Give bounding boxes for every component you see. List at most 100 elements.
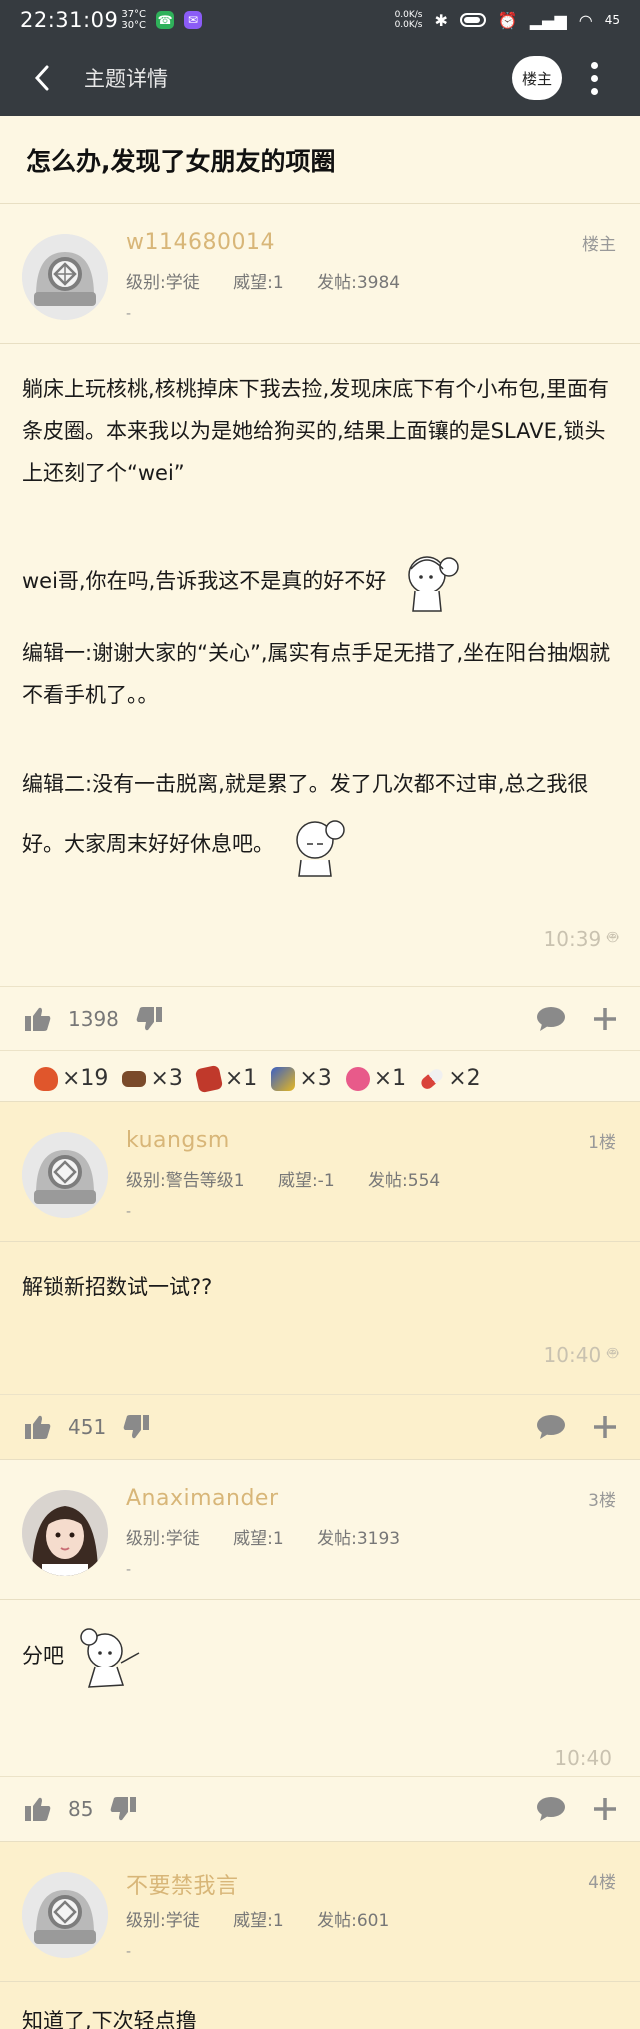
more-menu-icon[interactable] (580, 54, 608, 102)
net-up: 0.0K/s (394, 10, 423, 20)
diving-helmet-avatar-icon (22, 1132, 108, 1218)
app-root: 22:31:09 37°C 30°C ☎ ✉ 0.0K/s 0.0K/s ✱ ⏰… (0, 0, 640, 2029)
floor-label: 4楼 (588, 1873, 616, 1893)
gift-item[interactable]: ×3 (271, 1066, 332, 1091)
thumbs-up-icon[interactable] (24, 1006, 52, 1032)
back-button[interactable] (0, 40, 84, 116)
anime-girl-sticker-icon (408, 556, 459, 612)
post-paragraph: 躺床上玩核桃,核桃掉床下我去捡,发现床底下有个小布包,里面有条皮圈。本来我以为是… (22, 377, 610, 485)
avatar[interactable] (22, 234, 108, 320)
top-app-bar: 主题详情 楼主 (0, 40, 640, 116)
gift-count: ×3 (150, 1066, 183, 1091)
vibrate-icon (459, 13, 486, 27)
user-signature: - (126, 1204, 132, 1220)
heart-gift-icon (345, 1066, 370, 1091)
plus-icon[interactable] (592, 1796, 618, 1822)
op-only-button[interactable]: 楼主 (512, 56, 562, 100)
post-actions: 1398 (0, 986, 640, 1050)
comment-icon[interactable] (536, 1414, 566, 1440)
gift-item[interactable]: ×1 (345, 1066, 407, 1091)
username[interactable]: 不要禁我言 (126, 1868, 239, 1900)
post-content: 躺床上玩核桃,核桃掉床下我去捡,发现床底下有个小布包,里面有条皮圈。本来我以为是… (0, 344, 640, 880)
plus-icon[interactable] (592, 1414, 618, 1440)
user-meta: 级别:学徒 威望:1 发帖:3984 (126, 268, 426, 293)
post-paragraph: 知道了,下次轻点撸 (22, 2009, 197, 2029)
temp-low: 30°C (121, 20, 147, 31)
user-level: 级别:学徒 (126, 1529, 200, 1549)
plus-icon[interactable] (592, 1006, 618, 1032)
floor-label: 楼主 (582, 235, 616, 255)
alarm-icon: ⏰ (497, 10, 518, 30)
gift-item[interactable]: ×3 (122, 1066, 183, 1091)
thumbs-up-icon[interactable] (24, 1796, 52, 1822)
username[interactable]: kuangsm (126, 1128, 230, 1153)
battery-level: 45 (604, 13, 620, 27)
user-post-count: 发帖:3984 (317, 273, 401, 293)
thumbs-down-icon[interactable] (122, 1414, 150, 1440)
dna-gift-icon (271, 1066, 296, 1091)
post-content: 解锁新招数试一试?? (0, 1242, 640, 1308)
avatar[interactable] (22, 1872, 108, 1958)
post-op: w114680014 楼主 级别:学徒 威望:1 发帖:3984 - 躺床上玩核… (0, 204, 640, 1102)
avatar[interactable] (22, 1490, 108, 1576)
post-floor-3: Anaximander 3楼 级别:学徒 威望:1 发帖:3193 - 分吧 1… (0, 1460, 640, 1842)
chevron-left-icon (34, 65, 49, 91)
user-post-count: 发帖:554 (368, 1171, 441, 1191)
gift-count: ×19 (62, 1066, 109, 1091)
user-level: 级别:警告等级1 (126, 1171, 245, 1191)
pill-gift-icon (419, 1066, 446, 1091)
comment-icon[interactable] (536, 1006, 566, 1032)
status-right: 0.0K/s 0.0K/s ✱ ⏰ ▂▄▆ ◠ 45 (395, 10, 620, 30)
post-floor-1: kuangsm 1楼 级别:警告等级1 威望:-1 发帖:554 - 解锁新招数… (0, 1102, 640, 1460)
diving-helmet-avatar-icon (22, 234, 108, 320)
post-header: kuangsm 1楼 级别:警告等级1 威望:-1 发帖:554 - (0, 1102, 640, 1242)
gift-item[interactable]: ×1 (194, 1064, 258, 1093)
user-post-count: 发帖:3193 (317, 1529, 401, 1549)
thumbs-up-icon[interactable] (24, 1414, 52, 1440)
page-title: 主题详情 (84, 67, 168, 91)
username[interactable]: Anaximander (126, 1486, 279, 1511)
post-paragraph: wei哥,你在吗,告诉我这不是真的好不好 (22, 569, 387, 593)
comment-icon[interactable] (536, 1796, 566, 1822)
user-post-count: 发帖:601 (317, 1911, 390, 1931)
user-level: 级别:学徒 (126, 273, 200, 293)
user-meta: 级别:警告等级1 威望:-1 发帖:554 (126, 1166, 466, 1191)
gift-count: ×2 (448, 1066, 481, 1091)
bluetooth-icon: ✱ (434, 10, 448, 30)
gift-count: ×1 (373, 1066, 407, 1091)
anime-girl-sticker-icon (79, 1628, 140, 1688)
android-icon: 🤖︎ (607, 927, 618, 948)
gift-item[interactable]: ×19 (34, 1066, 108, 1091)
gift-item[interactable]: ×2 (419, 1066, 481, 1091)
gift-list: ×19 ×3 ×1 ×3 ×1 ×2 (0, 1050, 640, 1106)
user-level: 级别:学徒 (126, 1911, 200, 1931)
user-signature: - (126, 1562, 132, 1578)
book-gift-icon (194, 1064, 224, 1093)
username[interactable]: w114680014 (126, 230, 275, 255)
signal-icon: ▂▄▆ (529, 10, 567, 30)
network-speed: 0.0K/s 0.0K/s (395, 10, 423, 30)
post-paragraph: 解锁新招数试一试?? (22, 1275, 213, 1299)
flame-gift-icon (34, 1066, 58, 1091)
thumbs-down-icon[interactable] (109, 1796, 137, 1822)
user-meta: 级别:学徒 威望:1 发帖:3193 (126, 1524, 426, 1549)
post-header: 不要禁我言 4楼 级别:学徒 威望:1 发帖:601 - (0, 1842, 640, 1982)
like-count: 451 (68, 1414, 107, 1439)
floor-label: 1楼 (588, 1133, 616, 1153)
user-signature: - (126, 306, 132, 322)
user-signature: - (126, 1944, 132, 1960)
temp-high: 37°C (121, 9, 147, 20)
user-prestige: 威望:1 (233, 1529, 284, 1549)
like-count: 1398 (68, 1006, 119, 1031)
messenger-app-icon: ✉ (184, 11, 203, 29)
wifi-icon: ◠ (578, 10, 593, 30)
thumbs-down-icon[interactable] (135, 1006, 163, 1032)
diving-helmet-avatar-icon (22, 1872, 108, 1958)
post-time-text: 10:39 (543, 926, 602, 951)
phone-app-icon: ☎ (156, 11, 175, 29)
avatar[interactable] (22, 1132, 108, 1218)
post-paragraph: 编辑一:谢谢大家的“关心”,属实有点手足无措了,坐在阳台抽烟就不看手机了。。 (22, 641, 611, 707)
anime-girl-sticker-icon (295, 820, 345, 877)
floor-label: 3楼 (588, 1491, 616, 1511)
gift-count: ×1 (224, 1066, 258, 1091)
